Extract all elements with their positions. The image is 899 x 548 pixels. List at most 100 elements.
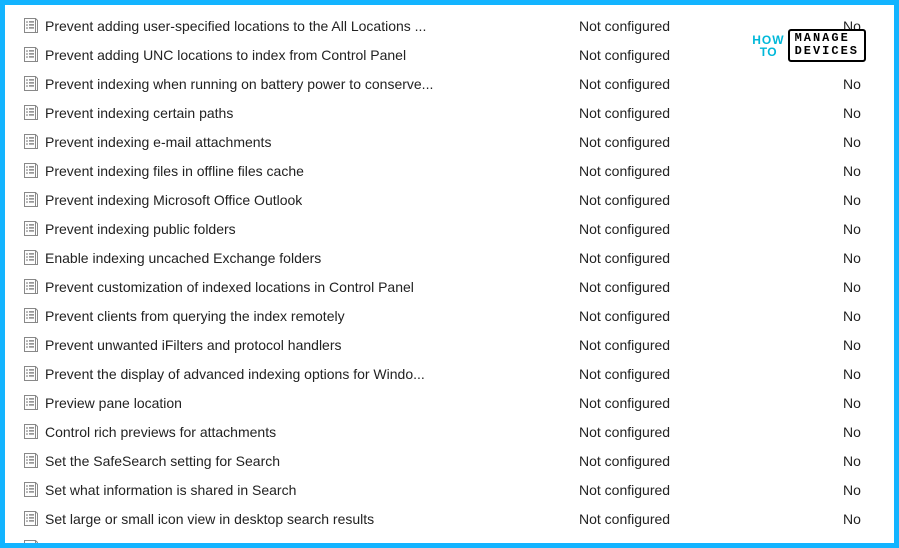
policy-comment: No [843,250,893,266]
policy-comment: No [843,76,893,92]
policy-comment: No [843,308,893,324]
policy-name: Prevent indexing Microsoft Office Outloo… [45,192,302,208]
policy-state: Not configured [579,250,843,266]
policy-name-cell: Prevent indexing Microsoft Office Outloo… [23,192,579,208]
policy-row[interactable]: Prevent indexing when running on battery… [5,69,894,98]
policy-name: Prevent indexing certain paths [45,105,233,121]
policy-state: Not configured [579,337,843,353]
policy-state: Not configured [579,76,843,92]
policy-setting-icon [23,76,39,92]
policy-state: Not configured [579,540,843,548]
watermark-devices: DEVICES [795,45,859,58]
policy-setting-icon [23,395,39,411]
policy-name: Prevent indexing when running on battery… [45,76,433,92]
watermark-logo: HOW TO MANAGE DEVICES [752,29,866,62]
policy-state: Not configured [579,482,843,498]
watermark-howto: HOW TO [752,34,784,58]
policy-comment: No [843,424,893,440]
policy-comment: No [843,453,893,469]
policy-setting-icon [23,424,39,440]
policy-row[interactable]: Prevent indexing public folders Not conf… [5,214,894,243]
policy-name: Set large or small icon view in desktop … [45,511,374,527]
policy-name-cell: Prevent adding UNC locations to index fr… [23,47,579,63]
policy-state: Not configured [579,511,843,527]
policy-state: Not configured [579,192,843,208]
policy-comment: No [843,337,893,353]
policy-comment: No [843,366,893,382]
policy-name: Preview pane location [45,395,182,411]
policy-name-cell: Set the SafeSearch setting for Search [23,453,579,469]
policy-row[interactable]: Prevent indexing certain paths Not confi… [5,98,894,127]
policy-name-cell: Prevent customization of indexed locatio… [23,279,579,295]
policy-row[interactable]: Preview pane location Not configured No [5,388,894,417]
policy-name: Stop indexing in the event of limited ha… [45,540,373,548]
policy-row[interactable]: Prevent unwanted iFilters and protocol h… [5,330,894,359]
policy-comment: No [843,134,893,150]
policy-name: Prevent unwanted iFilters and protocol h… [45,337,342,353]
policy-state: Not configured [579,395,843,411]
policy-name: Set the SafeSearch setting for Search [45,453,280,469]
policy-state: Not configured [579,221,843,237]
policy-name: Enable indexing uncached Exchange folder… [45,250,321,266]
policy-state: Not configured [579,366,843,382]
policy-setting-icon [23,308,39,324]
policy-row[interactable]: Set what information is shared in Search… [5,475,894,504]
policy-name-cell: Prevent the display of advanced indexing… [23,366,579,382]
policy-name-cell: Prevent unwanted iFilters and protocol h… [23,337,579,353]
policy-setting-icon [23,540,39,548]
policy-comment: No [843,279,893,295]
policy-row[interactable]: Control rich previews for attachments No… [5,417,894,446]
policy-name-cell: Set what information is shared in Search [23,482,579,498]
policy-name: Set what information is shared in Search [45,482,296,498]
policy-name-cell: Preview pane location [23,395,579,411]
watermark-how: HOW [752,34,784,46]
policy-name-cell: Enable indexing uncached Exchange folder… [23,250,579,266]
policy-name-cell: Prevent indexing certain paths [23,105,579,121]
policy-comment: No [843,221,893,237]
policy-row[interactable]: Prevent customization of indexed locatio… [5,272,894,301]
policy-state: Not configured [579,308,843,324]
policy-row[interactable]: Prevent indexing e-mail attachments Not … [5,127,894,156]
policy-name-cell: Prevent indexing files in offline files … [23,163,579,179]
policy-name: Prevent the display of advanced indexing… [45,366,425,382]
policy-name: Control rich previews for attachments [45,424,276,440]
policy-row[interactable]: Prevent the display of advanced indexing… [5,359,894,388]
policy-setting-icon [23,221,39,237]
policy-state: Not configured [579,424,843,440]
policy-name: Prevent adding user-specified locations … [45,18,426,34]
policy-row[interactable]: Prevent indexing Microsoft Office Outloo… [5,185,894,214]
policy-row[interactable]: Set large or small icon view in desktop … [5,504,894,533]
policy-name: Prevent indexing files in offline files … [45,163,304,179]
policy-setting-icon [23,134,39,150]
policy-row[interactable]: Set the SafeSearch setting for Search No… [5,446,894,475]
policy-name: Prevent adding UNC locations to index fr… [45,47,406,63]
policy-name: Prevent indexing e-mail attachments [45,134,271,150]
policy-row[interactable]: Prevent indexing files in offline files … [5,156,894,185]
policy-row[interactable]: Stop indexing in the event of limited ha… [5,533,894,548]
policy-name-cell: Prevent clients from querying the index … [23,308,579,324]
policy-setting-icon [23,192,39,208]
policy-name-cell: Set large or small icon view in desktop … [23,511,579,527]
policy-row[interactable]: Enable indexing uncached Exchange folder… [5,243,894,272]
policy-settings-list[interactable]: Prevent adding user-specified locations … [5,5,894,548]
policy-setting-icon [23,105,39,121]
policy-name: Prevent indexing public folders [45,221,236,237]
watermark-box: MANAGE DEVICES [788,29,866,62]
policy-comment: No [843,105,893,121]
policy-row[interactable]: Prevent clients from querying the index … [5,301,894,330]
watermark-to: TO [760,46,777,58]
policy-name-cell: Control rich previews for attachments [23,424,579,440]
policy-setting-icon [23,511,39,527]
policy-comment: No [843,511,893,527]
policy-comment: No [843,395,893,411]
policy-comment: No [843,540,893,548]
policy-name: Prevent customization of indexed locatio… [45,279,414,295]
policy-setting-icon [23,453,39,469]
policy-state: Not configured [579,453,843,469]
policy-state: Not configured [579,279,843,295]
policy-comment: No [843,163,893,179]
policy-setting-icon [23,47,39,63]
policy-comment: No [843,192,893,208]
policy-setting-icon [23,337,39,353]
policy-state: Not configured [579,134,843,150]
